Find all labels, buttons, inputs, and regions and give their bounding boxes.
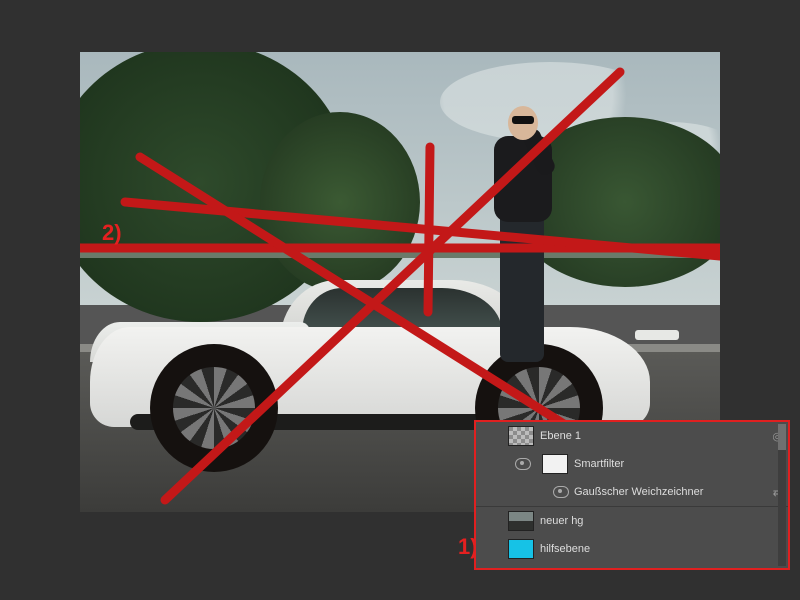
visibility-toggle[interactable] (548, 486, 574, 498)
layer-name[interactable]: Gaußscher Weichzeichner (574, 486, 773, 498)
layer-name[interactable]: hilfsebene (540, 543, 788, 555)
eye-icon (553, 486, 569, 498)
panel-scrollbar[interactable] (778, 424, 786, 566)
layer-name[interactable]: Ebene 1 (540, 430, 772, 442)
visibility-toggle[interactable] (510, 458, 536, 470)
layer-row[interactable]: neuer hg (476, 507, 788, 535)
wheel-front (150, 344, 278, 472)
layer-row[interactable]: hilfsebene (476, 535, 788, 563)
layer-thumbnail[interactable] (508, 539, 534, 559)
annotation-two: 2) (102, 220, 122, 246)
layer-row[interactable]: Ebene 1 ◎ (476, 422, 788, 450)
smartfilter-row[interactable]: Smartfilter (476, 450, 788, 478)
person (486, 92, 560, 362)
layer-name[interactable]: Smartfilter (574, 458, 788, 470)
eye-icon (515, 458, 531, 470)
layer-thumbnail[interactable] (508, 426, 534, 446)
layer-name[interactable]: neuer hg (540, 515, 788, 527)
filter-item-row[interactable]: Gaußscher Weichzeichner ⇄ (476, 478, 788, 506)
filter-mask-thumbnail[interactable] (542, 454, 568, 474)
scrollbar-thumb[interactable] (778, 424, 786, 450)
layer-thumbnail[interactable] (508, 511, 534, 531)
layers-panel[interactable]: Ebene 1 ◎ Smartfilter Gaußscher Weichzei… (474, 420, 790, 570)
